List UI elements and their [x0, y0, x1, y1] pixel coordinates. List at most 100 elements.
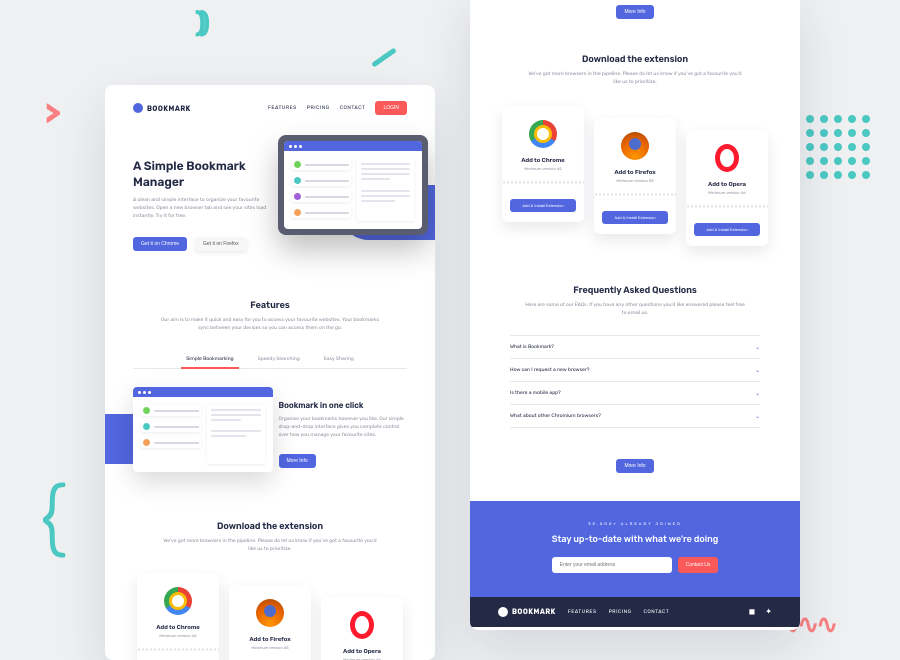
footer: BOOKMARK FEATURES PRICING CONTACT ◼ ✦ [470, 597, 800, 627]
feature-more-info-button[interactable]: More Info [279, 454, 316, 468]
card-title: Add to Firefox [602, 168, 668, 176]
nav-link-pricing[interactable]: PRICING [307, 105, 330, 111]
card-title: Add to Opera [329, 647, 395, 655]
chevron-down-icon: ⌄ [755, 389, 760, 397]
card-firefox: Add to Firefox Minimum version 55 Add & … [594, 118, 676, 234]
faq-section: Frequently Asked Questions Here are some… [470, 266, 800, 327]
install-opera-button[interactable]: Add & Install Extension [694, 223, 760, 236]
hero-subtitle: A clean and simple interface to organize… [133, 196, 269, 220]
download-section-right: Download the extension We've got more br… [470, 35, 800, 96]
landing-page-bottom: More Info Download the extension We've g… [470, 0, 800, 630]
facebook-icon[interactable]: ◼ [749, 607, 756, 616]
faq-more-info-button[interactable]: More Info [616, 459, 653, 473]
firefox-icon [256, 599, 284, 627]
decorative-dots [806, 115, 870, 179]
install-firefox-button[interactable]: Add & Install Extension [602, 211, 668, 224]
more-info-button-right[interactable]: More Info [616, 5, 653, 19]
features-heading: Features [133, 301, 407, 311]
contact-us-button[interactable]: Contact Us [678, 557, 719, 573]
chrome-icon [164, 587, 192, 615]
decorative-brace: { [40, 470, 68, 565]
download-cards-left: Add to Chrome Minimum version 62 Add & I… [105, 563, 435, 660]
faq-item[interactable]: Is there a mobile app? ⌄ [510, 382, 760, 405]
download-section-left: Download the extension We've got more br… [105, 502, 435, 563]
feature-detail-desc: Organise your bookmarks however you like… [279, 415, 407, 439]
features-desc: Our aim is to make it quick and easy for… [160, 316, 380, 332]
feature-detail: Bookmark in one click Organise your book… [105, 369, 435, 502]
firefox-icon [621, 132, 649, 160]
landing-page-top: BOOKMARK FEATURES PRICING CONTACT LOGIN … [105, 85, 435, 660]
cta-heading: Stay up-to-date with what we're doing [510, 534, 760, 547]
tab-speedy-searching[interactable]: Speedy Searching [246, 350, 312, 368]
nav-link-contact[interactable]: CONTACT [340, 105, 366, 111]
hero-section: A Simple Bookmark Manager A clean and si… [105, 127, 435, 281]
footer-link-pricing[interactable]: PRICING [609, 609, 632, 615]
card-min: Minimum version 55 [602, 178, 668, 183]
faq-desc: Here are some of our FAQs. If you have a… [525, 301, 745, 317]
card-chrome: Add to Chrome Minimum version 62 Add & I… [137, 573, 219, 660]
tab-easy-sharing[interactable]: Easy Sharing [312, 350, 366, 368]
logo-mark-icon [133, 103, 143, 113]
download-heading-right: Download the extension [498, 55, 772, 65]
footer-logo[interactable]: BOOKMARK [498, 607, 556, 617]
twitter-icon[interactable]: ✦ [765, 607, 772, 616]
faq-item[interactable]: What about other Chromium browsers? ⌄ [510, 405, 760, 428]
chevron-down-icon: ⌄ [755, 412, 760, 420]
faq-more-info: More Info [470, 442, 800, 483]
decorative-quotes: )) [195, 6, 204, 39]
faq-heading: Frequently Asked Questions [498, 286, 772, 296]
footer-logo-text: BOOKMARK [512, 607, 556, 616]
faq-question: How can I request a new browser? [510, 367, 589, 373]
footer-link-contact[interactable]: CONTACT [644, 609, 670, 615]
cta-section: 35,000+ ALREADY JOINED Stay up-to-date w… [470, 501, 800, 597]
feature-detail-title: Bookmark in one click [279, 401, 407, 410]
decorative-dash [371, 47, 397, 67]
faq-item[interactable]: What is Bookmark? ⌄ [510, 335, 760, 359]
download-cards-right: Add to Chrome Minimum version 62 Add & I… [470, 96, 800, 266]
faq-list: What is Bookmark? ⌄ How can I request a … [470, 327, 800, 442]
card-opera: Add to Opera Minimum version 46 Add & In… [686, 130, 768, 246]
faq-question: What is Bookmark? [510, 344, 554, 350]
card-title: Add to Chrome [145, 623, 211, 631]
chevron-down-icon: ⌄ [755, 343, 760, 351]
faq-item[interactable]: How can I request a new browser? ⌄ [510, 359, 760, 382]
card-title: Add to Firefox [237, 635, 303, 643]
download-desc-right: We've got more browsers in the pipeline.… [525, 70, 745, 86]
card-title: Add to Opera [694, 180, 760, 188]
card-chrome: Add to Chrome Minimum version 62 Add & I… [502, 106, 584, 222]
faq-question: Is there a mobile app? [510, 390, 561, 396]
get-chrome-button[interactable]: Get it on Chrome [133, 237, 187, 251]
cta-eyebrow: 35,000+ ALREADY JOINED [510, 521, 760, 526]
logo-text: BOOKMARK [147, 104, 191, 113]
card-opera: Add to Opera Minimum version 46 [321, 597, 403, 660]
login-button[interactable]: LOGIN [375, 101, 407, 115]
feature-more-info-continued: More Info [470, 0, 800, 35]
card-min: Minimum version 46 [694, 190, 760, 195]
email-input[interactable] [552, 557, 672, 573]
footer-link-features[interactable]: FEATURES [568, 609, 597, 615]
download-desc-left: We've got more browsers in the pipeline.… [160, 537, 380, 553]
nav-links: FEATURES PRICING CONTACT LOGIN [268, 101, 407, 115]
features-section: Features Our aim is to make it quick and… [105, 281, 435, 342]
faq-question: What about other Chromium browsers? [510, 413, 601, 419]
hero-title: A Simple Bookmark Manager [133, 159, 269, 190]
logo[interactable]: BOOKMARK [133, 103, 191, 113]
card-min: Minimum version 55 [237, 645, 303, 650]
card-min: Minimum version 62 [510, 166, 576, 171]
top-nav: BOOKMARK FEATURES PRICING CONTACT LOGIN [105, 85, 435, 127]
opera-icon [715, 144, 739, 172]
features-tabs: Simple Bookmarking Speedy Searching Easy… [133, 350, 407, 369]
card-firefox: Add to Firefox Minimum version 55 Add & … [229, 585, 311, 660]
tab-simple-bookmarking[interactable]: Simple Bookmarking [174, 350, 246, 368]
card-title: Add to Chrome [510, 156, 576, 164]
decorative-arrow: > [45, 95, 61, 131]
get-firefox-button[interactable]: Get it on Firefox [195, 237, 247, 251]
nav-link-features[interactable]: FEATURES [268, 105, 297, 111]
logo-mark-icon [498, 607, 508, 617]
feature-illustration [133, 387, 265, 472]
install-chrome-button[interactable]: Add & Install Extension [510, 199, 576, 212]
chrome-icon [529, 120, 557, 148]
chevron-down-icon: ⌄ [755, 366, 760, 374]
card-min: Minimum version 62 [145, 633, 211, 638]
hero-illustration [278, 135, 435, 235]
